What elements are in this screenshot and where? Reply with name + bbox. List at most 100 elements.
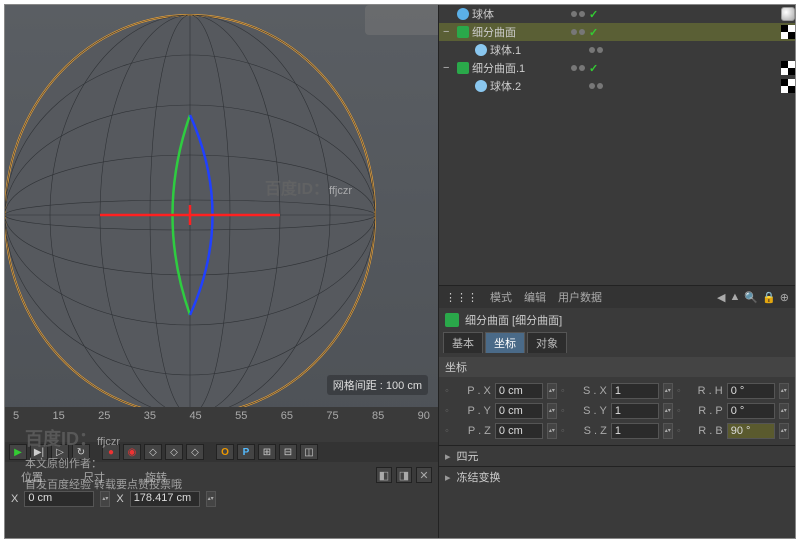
- scale-field[interactable]: 1: [611, 403, 659, 419]
- option-p-button[interactable]: P: [237, 444, 255, 460]
- layer-dots[interactable]: [589, 47, 603, 53]
- key-pos-button[interactable]: ◇: [144, 444, 162, 460]
- object-name: 细分曲面.1: [472, 60, 525, 76]
- layer-dots[interactable]: [571, 65, 585, 71]
- material-tag[interactable]: [781, 7, 795, 21]
- timeline-toolbar: ▶ ▶| ▷ ↻ ● ◉ ◇ ◇ ◇ O P ⊞ ⊟ ◫: [5, 442, 438, 462]
- pos-field[interactable]: 0 cm: [495, 403, 543, 419]
- pos-x-field[interactable]: 0 cm: [24, 491, 94, 507]
- coord-row: ◦P . Y0 cm▴▾◦S . Y1▴▾◦R . P0 °▴▾: [445, 401, 789, 421]
- attribute-object-title: 细分曲面 [细分曲面]: [439, 308, 795, 332]
- spinner[interactable]: ▴▾: [100, 491, 110, 507]
- expand-toggle[interactable]: −: [443, 26, 453, 38]
- object-manager[interactable]: 球体✓−细分曲面✓球体.1−细分曲面.1✓球体.2: [438, 5, 795, 285]
- anim-dot[interactable]: ◦: [445, 425, 449, 437]
- object-name: 球体: [472, 6, 494, 22]
- scale-field[interactable]: 1: [611, 383, 659, 399]
- collapse-freeze[interactable]: ▸ 冻结变换: [439, 466, 795, 487]
- anim-dot[interactable]: ◦: [677, 425, 681, 437]
- object-name: 球体.2: [490, 78, 521, 94]
- spinner[interactable]: ▴▾: [547, 423, 557, 439]
- option-a-button[interactable]: ⊞: [258, 444, 276, 460]
- object-row[interactable]: − 细分曲面.1 ✓: [439, 59, 795, 77]
- close-icon[interactable]: ✕: [416, 467, 432, 483]
- option-o-button[interactable]: O: [216, 444, 234, 460]
- attribute-tabs: 基本 坐标 对象: [439, 332, 795, 353]
- option-b-button[interactable]: ⊟: [279, 444, 297, 460]
- key-rot-button[interactable]: ◇: [186, 444, 204, 460]
- anim-dot[interactable]: ◦: [445, 405, 449, 417]
- bar-icon-a[interactable]: ◧: [376, 467, 392, 483]
- step-fwd-button[interactable]: ▷: [51, 444, 69, 460]
- search-icon[interactable]: 🔍: [744, 291, 758, 304]
- layer-dots[interactable]: [589, 83, 603, 89]
- child-sphere-icon: [475, 80, 487, 92]
- check-icon[interactable]: ✓: [589, 26, 598, 39]
- spinner[interactable]: ▴▾: [663, 383, 673, 399]
- rot-field[interactable]: 0 °: [727, 403, 775, 419]
- nav-up-icon[interactable]: ▲: [729, 291, 740, 304]
- bar-icon-b[interactable]: ◨: [396, 467, 412, 483]
- checker-tag[interactable]: [781, 79, 795, 93]
- coord-row: ◦P . Z0 cm▴▾◦S . Z1▴▾◦R . B90 °▴▾: [445, 421, 789, 441]
- anim-dot[interactable]: ◦: [561, 385, 565, 397]
- pos-field[interactable]: 0 cm: [495, 423, 543, 439]
- spinner[interactable]: ▴▾: [779, 383, 789, 399]
- expand-toggle[interactable]: −: [443, 62, 453, 74]
- viewport-3d[interactable]: 网格间距 : 100 cm 5 15 25 35 45 55 65 75 85 …: [5, 5, 438, 425]
- tab-coord[interactable]: 坐标: [485, 332, 525, 353]
- child-sphere-icon: [475, 44, 487, 56]
- layer-dots[interactable]: [571, 29, 585, 35]
- anim-dot[interactable]: ◦: [561, 405, 565, 417]
- grid-spacing-label: 网格间距 : 100 cm: [327, 375, 428, 395]
- lock-icon[interactable]: 🔒: [762, 291, 776, 304]
- anim-dot[interactable]: ◦: [561, 425, 565, 437]
- time-ruler[interactable]: 5 15 25 35 45 55 65 75 85 90: [5, 407, 438, 425]
- menu-edit[interactable]: 编辑: [524, 289, 546, 305]
- goto-end-button[interactable]: ▶|: [30, 444, 48, 460]
- spinner[interactable]: ▴▾: [663, 423, 673, 439]
- object-row[interactable]: −细分曲面✓: [439, 23, 795, 41]
- collapse-quaternion[interactable]: ▸ 四元: [439, 445, 795, 466]
- sphere-icon: [457, 8, 469, 20]
- pos-field[interactable]: 0 cm: [495, 383, 543, 399]
- spinner[interactable]: ▴▾: [663, 403, 673, 419]
- menu-mode[interactable]: 模式: [490, 289, 512, 305]
- check-icon[interactable]: ✓: [589, 8, 598, 21]
- check-icon[interactable]: ✓: [589, 62, 598, 75]
- new-icon[interactable]: ⊕: [780, 291, 789, 304]
- menu-userdata[interactable]: 用户数据: [558, 289, 602, 305]
- key-scale-button[interactable]: ◇: [165, 444, 183, 460]
- spinner[interactable]: ▴▾: [547, 403, 557, 419]
- play-button[interactable]: ▶: [9, 444, 27, 460]
- anim-dot[interactable]: ◦: [445, 385, 449, 397]
- checker-tag[interactable]: [781, 25, 795, 39]
- spinner[interactable]: ▴▾: [206, 491, 216, 507]
- spinner[interactable]: ▴▾: [779, 423, 789, 439]
- sphere-wireframe: [5, 5, 438, 425]
- nav-back-icon[interactable]: ◀: [717, 291, 725, 304]
- autokey-button[interactable]: ◉: [123, 444, 141, 460]
- header-size: 尺寸: [83, 469, 105, 485]
- tab-basic[interactable]: 基本: [443, 332, 483, 353]
- rot-field[interactable]: 0 °: [727, 383, 775, 399]
- size-x-field[interactable]: 178.417 cm: [130, 491, 200, 507]
- sds-icon: [445, 313, 459, 327]
- record-button[interactable]: ●: [102, 444, 120, 460]
- spinner[interactable]: ▴▾: [779, 403, 789, 419]
- coordinate-bar: ◧ ◨ ✕ 位置 尺寸 旋转 X 0 cm ▴▾ X 178.417 cm ▴▾: [5, 463, 438, 538]
- loop-button[interactable]: ↻: [72, 444, 90, 460]
- tab-object[interactable]: 对象: [527, 332, 567, 353]
- spinner[interactable]: ▴▾: [547, 383, 557, 399]
- checker-tag[interactable]: [781, 61, 795, 75]
- scale-field[interactable]: 1: [611, 423, 659, 439]
- rot-field[interactable]: 90 °: [727, 423, 775, 439]
- anim-dot[interactable]: ◦: [677, 385, 681, 397]
- sds-icon: [457, 62, 469, 74]
- object-row[interactable]: 球体.1: [439, 41, 795, 59]
- object-row[interactable]: 球体.2: [439, 77, 795, 95]
- object-row[interactable]: 球体 ✓: [439, 5, 795, 23]
- anim-dot[interactable]: ◦: [677, 405, 681, 417]
- layer-dots[interactable]: [571, 11, 585, 17]
- option-c-button[interactable]: ◫: [300, 444, 318, 460]
